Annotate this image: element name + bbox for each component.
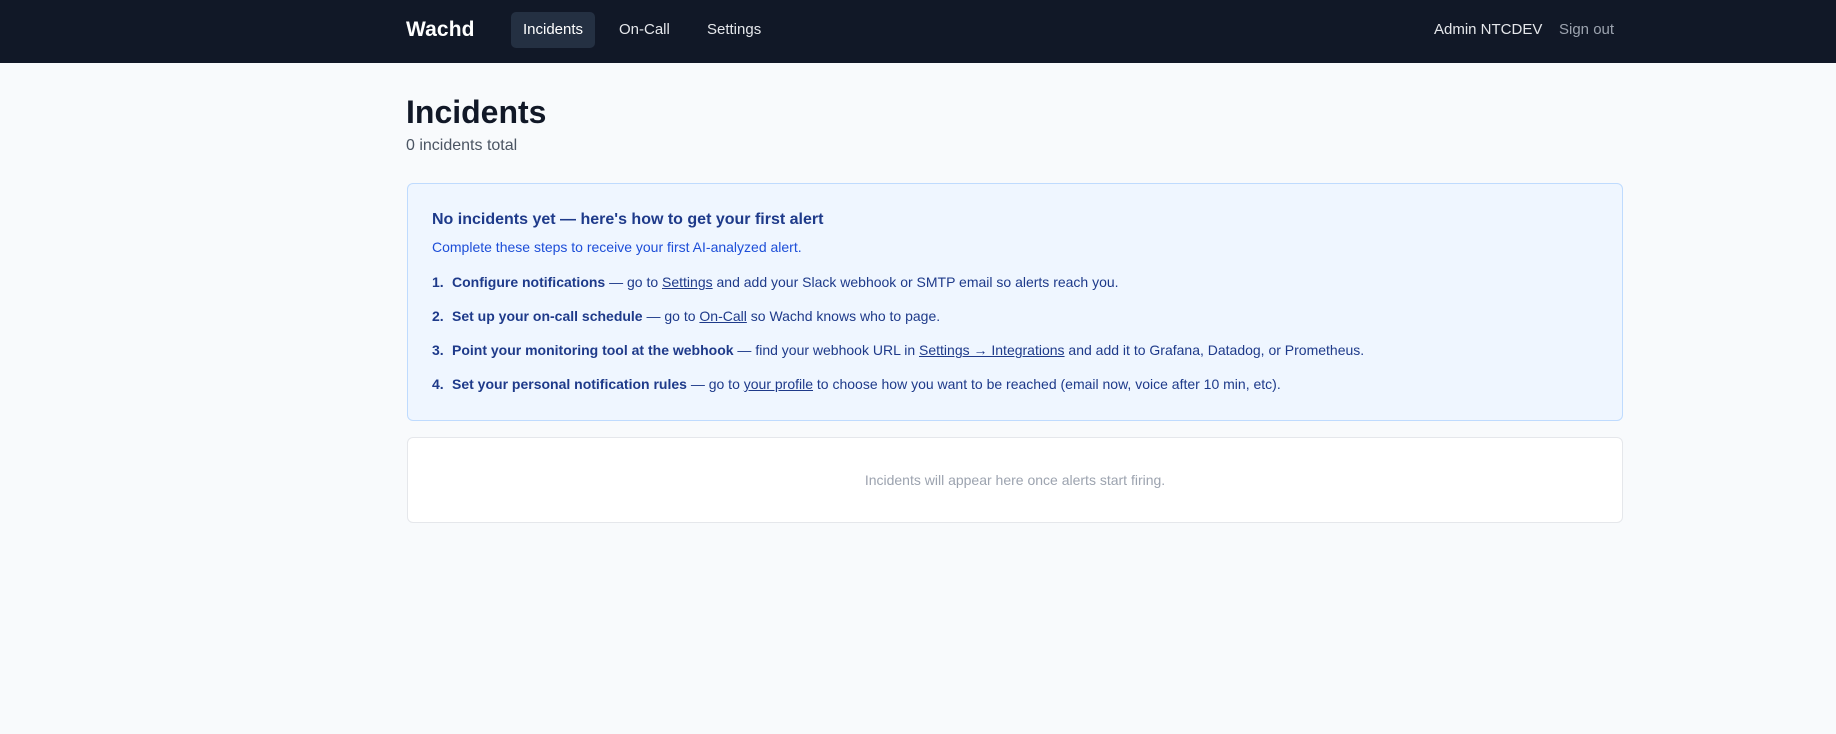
- onboarding-panel: No incidents yet — here's how to get you…: [407, 183, 1623, 421]
- step-text: so Wachd knows who to page.: [746, 308, 941, 324]
- page-title: Incidents: [406, 94, 547, 130]
- step-text: and add it to Grafana, Datadog, or Prome…: [1064, 342, 1365, 358]
- onboarding-step: 4. Set your personal notification rules —…: [432, 376, 1281, 392]
- step-text: and add your Slack webhook or SMTP email…: [712, 274, 1119, 290]
- onboarding-description: Complete these steps to receive your fir…: [432, 239, 802, 255]
- step-text: — go to: [642, 308, 700, 324]
- empty-state-message: Incidents will appear here once alerts s…: [864, 472, 1166, 488]
- incident-list-empty-state: Incidents will appear here once alerts s…: [407, 437, 1623, 523]
- integrations-link[interactable]: Settings → Integrations: [919, 342, 1065, 358]
- step-title: Point your monitoring tool at the webhoo…: [452, 342, 734, 358]
- nav-item-settings[interactable]: Settings: [695, 12, 773, 48]
- step-text: — go to: [605, 274, 663, 290]
- step-title: Configure notifications: [452, 274, 606, 290]
- step-title: Set your personal notification rules: [452, 376, 687, 392]
- settings-link[interactable]: Settings: [662, 274, 713, 290]
- step-text: to choose how you want to be reached (em…: [813, 376, 1281, 392]
- step-number: 2.: [432, 308, 444, 324]
- nav-item-incidents[interactable]: Incidents: [511, 12, 596, 48]
- step-number: 1.: [432, 274, 444, 290]
- step-title: Set up your on-call schedule: [452, 308, 643, 324]
- nav-item-on-call[interactable]: On-Call: [607, 12, 682, 48]
- onboarding-title: No incidents yet — here's how to get you…: [432, 211, 824, 228]
- incident-count: 0 incidents total: [406, 137, 518, 154]
- profile-link[interactable]: your profile: [744, 376, 813, 392]
- step-text: — find your webhook URL in: [733, 342, 920, 358]
- brand-logo[interactable]: Wachd: [406, 18, 475, 42]
- onboarding-step: 2. Set up your on-call schedule — go to O…: [432, 308, 940, 324]
- top-nav-bar: Wachd Incidents On-Call Settings Admin N…: [0, 0, 1836, 63]
- step-text: — go to: [686, 376, 744, 392]
- step-number: 4.: [432, 376, 444, 392]
- on-call-link[interactable]: On-Call: [699, 308, 746, 324]
- user-name: Admin NTCDEV: [1434, 21, 1543, 38]
- sign-out-link[interactable]: Sign out: [1559, 21, 1614, 38]
- onboarding-step: 3. Point your monitoring tool at the webh…: [432, 342, 1364, 358]
- step-number: 3.: [432, 342, 444, 358]
- onboarding-step: 1. Configure notifications — go to Settin…: [432, 274, 1119, 290]
